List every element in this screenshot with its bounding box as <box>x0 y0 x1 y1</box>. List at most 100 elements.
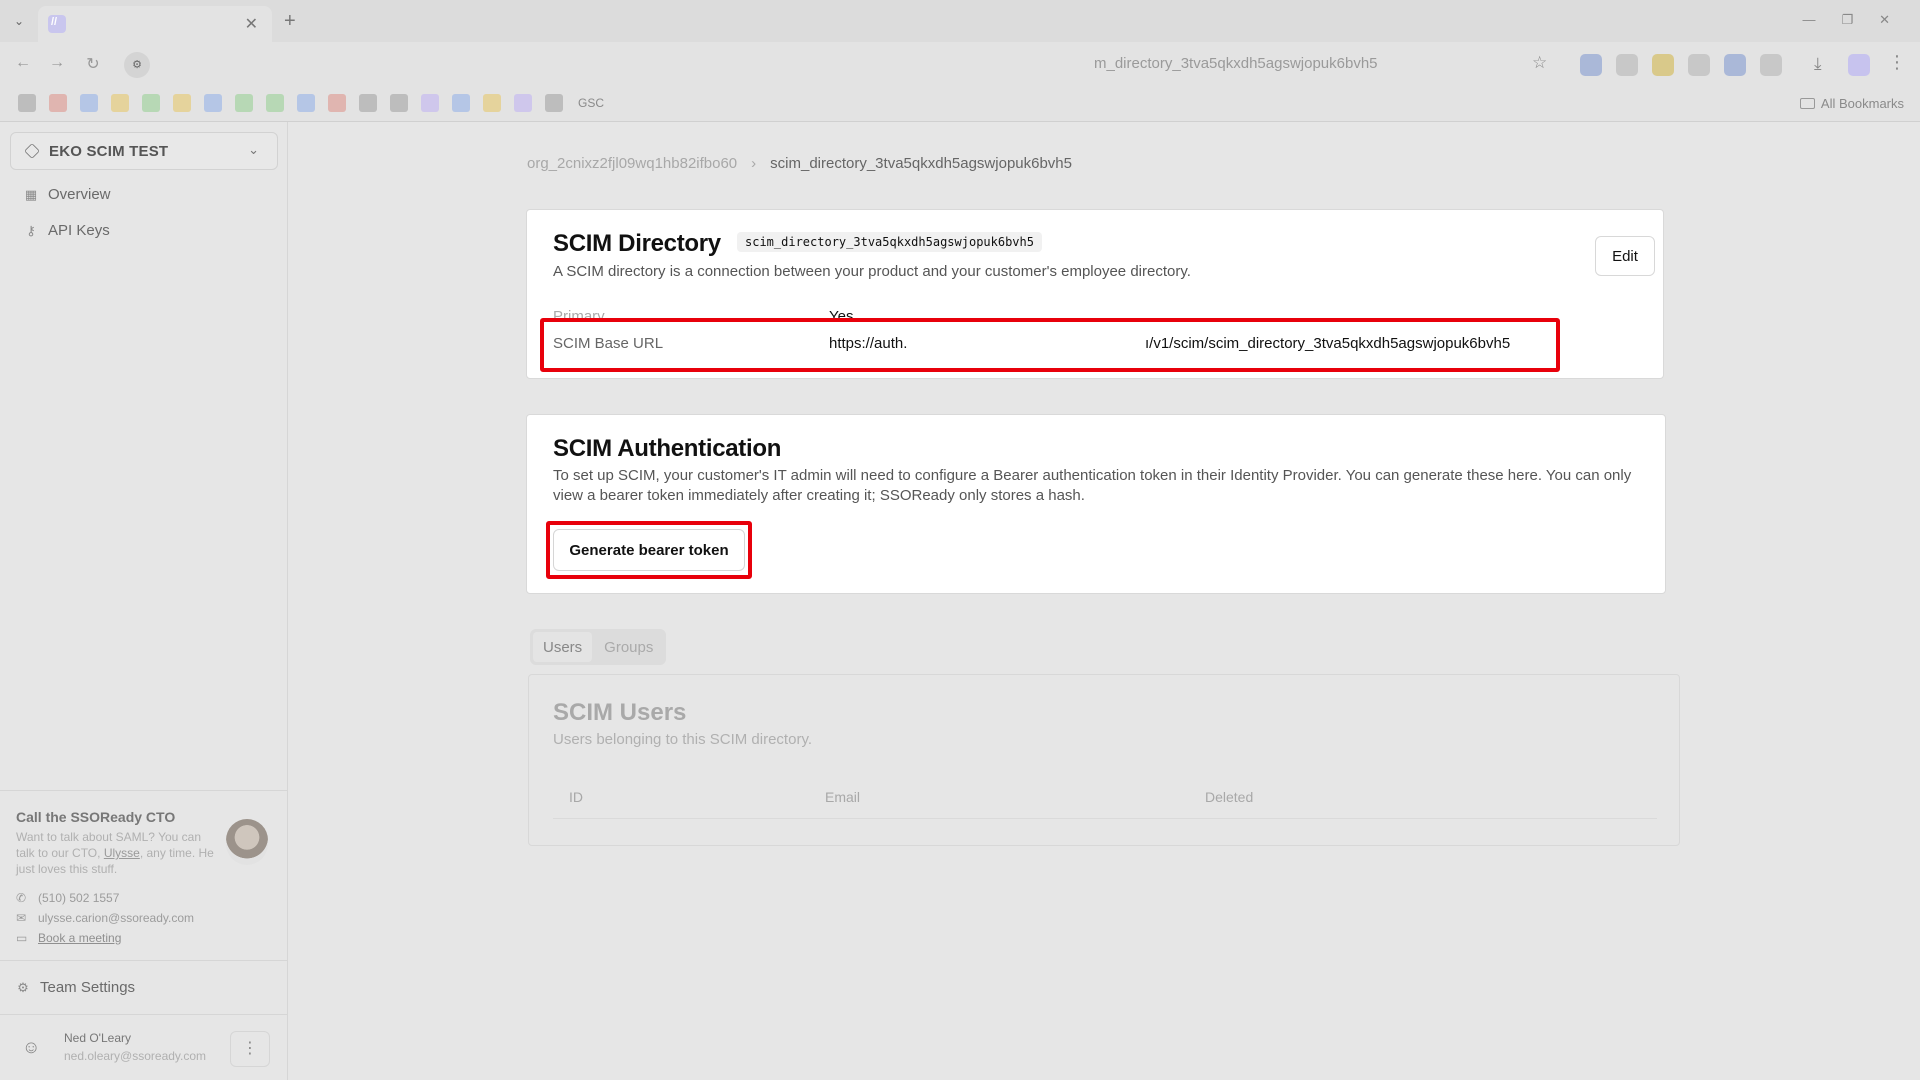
sidebar: EKO SCIM TEST ⌄ ▦ Overview ⚷ API Keys Ca… <box>0 122 288 1080</box>
cto-email-text: ulysse.carion@ssoready.com <box>38 911 195 925</box>
notion-icon[interactable] <box>545 94 563 112</box>
bookmark-icon[interactable] <box>297 94 315 112</box>
cto-phone-text: (510) 502 1557 <box>38 891 120 905</box>
cto-phone[interactable]: ✆ (510) 502 1557 <box>16 891 119 905</box>
cto-email[interactable]: ✉ ulysse.carion@ssoready.com <box>16 911 194 925</box>
auth-title: SCIM Authentication <box>553 435 782 462</box>
bookmark-icon[interactable] <box>80 94 98 112</box>
cto-name-link[interactable]: Ulysse <box>104 846 140 860</box>
bookmark-icon[interactable] <box>235 94 253 112</box>
bookmark-icon[interactable] <box>514 94 532 112</box>
bookmarks-bar: GSC All Bookmarks <box>0 86 1920 122</box>
book-meeting-link[interactable]: ▭ Book a meeting <box>16 931 121 945</box>
sidebar-item-api-keys[interactable]: ⚷ API Keys <box>24 222 110 239</box>
sidebar-item-overview[interactable]: ▦ Overview <box>24 186 111 203</box>
restore-icon[interactable]: ❐ <box>1841 12 1853 28</box>
sidebar-item-label: API Keys <box>48 222 110 239</box>
bookmark-icon[interactable] <box>483 94 501 112</box>
close-icon[interactable]: ✕ <box>245 14 258 34</box>
download-icon[interactable]: ⤓ <box>1814 54 1822 74</box>
mail-icon: ✉ <box>16 911 27 925</box>
calendar-icon: ▭ <box>16 931 28 945</box>
auth-description: To set up SCIM, your customer's IT admin… <box>553 467 1632 504</box>
user-profile: ☺ Ned O'Leary ned.oleary@ssoready.com ⋮ <box>0 1014 288 1080</box>
breadcrumb-org[interactable]: org_2cnixz2fjl09wq1hb82ifbo60 <box>527 155 737 172</box>
scim-users-card: SCIM Users Users belonging to this SCIM … <box>528 674 1680 846</box>
user-menu-button[interactable]: ⋮ <box>230 1031 270 1067</box>
breadcrumb-current: scim_directory_3tva5qkxdh5agswjopuk6bvh5 <box>770 155 1072 172</box>
key-icon: ⚷ <box>26 222 36 238</box>
highlight-box <box>540 318 1560 372</box>
sidebar-item-label: Overview <box>48 186 111 203</box>
team-settings-link[interactable]: ⚙ Team Settings <box>0 960 288 1014</box>
tab-groups[interactable]: Groups <box>594 632 663 662</box>
page-title: SCIM Directory <box>553 230 721 257</box>
extensions-bar <box>1580 54 1782 76</box>
extension-icon[interactable] <box>1616 54 1638 76</box>
phone-icon: ✆ <box>16 891 27 905</box>
extension-icon[interactable] <box>1724 54 1746 76</box>
cube-icon <box>24 143 40 159</box>
extension-icon[interactable] <box>1580 54 1602 76</box>
team-settings-label: Team Settings <box>40 979 136 996</box>
breadcrumb-separator: › <box>751 155 757 172</box>
grid-icon: ▦ <box>24 186 38 202</box>
bookmark-icon[interactable] <box>390 94 408 112</box>
primary-value: Yes <box>829 308 854 318</box>
gear-icon: ⚙ <box>17 979 29 995</box>
bookmark-icon[interactable] <box>266 94 284 112</box>
browser-tab[interactable]: ✕ <box>38 6 272 42</box>
cto-text: Want to talk about SAML? You can talk to… <box>16 829 216 877</box>
profile-icon[interactable] <box>1848 54 1870 76</box>
forward-arrow-icon[interactable]: → <box>46 54 68 72</box>
site-info-icon[interactable]: ⚙ <box>124 52 150 78</box>
users-groups-tabs: Users Groups <box>530 629 667 665</box>
puzzle-extensions-icon[interactable] <box>1760 54 1782 76</box>
column-header-id: ID <box>569 789 583 805</box>
bookmark-icon[interactable] <box>173 94 191 112</box>
browser-toolbar: ← → ↻ ⚙ m_directory_3tva5qkxdh5agswjopuk… <box>0 42 1920 86</box>
github-icon[interactable] <box>359 94 377 112</box>
breadcrumb: org_2cnixz2fjl09wq1hb82ifbo60 › scim_dir… <box>527 155 1072 172</box>
cto-contact-card: Call the SSOReady CTO Want to talk about… <box>0 790 288 960</box>
cto-title: Call the SSOReady CTO <box>16 809 176 825</box>
back-arrow-icon[interactable]: ← <box>12 54 34 72</box>
org-switcher[interactable]: EKO SCIM TEST ⌄ <box>10 132 278 170</box>
edit-button[interactable]: Edit <box>1595 236 1655 276</box>
org-name: EKO SCIM TEST <box>49 143 169 160</box>
column-header-deleted: Deleted <box>1205 789 1254 805</box>
apps-grid-icon[interactable] <box>18 94 36 112</box>
chevron-down-icon: ⌄ <box>248 142 259 157</box>
bookmark-gsc[interactable]: GSC <box>578 96 604 110</box>
bookmark-icon[interactable] <box>452 94 470 112</box>
address-bar[interactable]: m_directory_3tva5qkxdh5agswjopuk6bvh5 <box>1094 55 1378 72</box>
tab-users[interactable]: Users <box>533 632 593 662</box>
user-icon: ☺ <box>22 1037 41 1057</box>
folder-icon <box>1799 98 1815 109</box>
extension-icon[interactable] <box>1652 54 1674 76</box>
primary-label: Primary <box>553 308 605 318</box>
new-tab-plus-icon[interactable]: + <box>284 10 296 33</box>
gmail-icon[interactable] <box>328 94 346 112</box>
all-bookmarks-label: All Bookmarks <box>1820 96 1904 111</box>
tab-search-chevron-icon[interactable]: ⌄ <box>10 12 28 30</box>
all-bookmarks[interactable]: All Bookmarks <box>1799 96 1904 111</box>
bookmark-icon[interactable] <box>111 94 129 112</box>
book-meeting-text: Book a meeting <box>38 931 122 945</box>
site-favicon-icon <box>48 15 66 33</box>
users-title: SCIM Users <box>553 699 687 726</box>
directory-description: A SCIM directory is a connection between… <box>553 263 1191 280</box>
reload-icon[interactable]: ↻ <box>82 54 104 74</box>
browser-tabstrip: ⌄ ✕ + — ❐ ✕ <box>0 0 1920 42</box>
browser-menu-icon[interactable]: ⋮ <box>1888 52 1906 73</box>
bookmark-icon[interactable] <box>204 94 222 112</box>
close-window-icon[interactable]: ✕ <box>1879 12 1890 28</box>
extension-icon[interactable] <box>1688 54 1710 76</box>
scim-directory-card: SCIM Directory scim_directory_3tva5qkxdh… <box>526 209 1664 379</box>
bookmark-icon[interactable] <box>421 94 439 112</box>
bookmark-icon[interactable] <box>142 94 160 112</box>
minimize-icon[interactable]: — <box>1802 12 1815 28</box>
bookmark-star-icon[interactable]: ☆ <box>1532 53 1547 73</box>
bookmark-icon[interactable] <box>49 94 67 112</box>
avatar <box>226 819 268 865</box>
